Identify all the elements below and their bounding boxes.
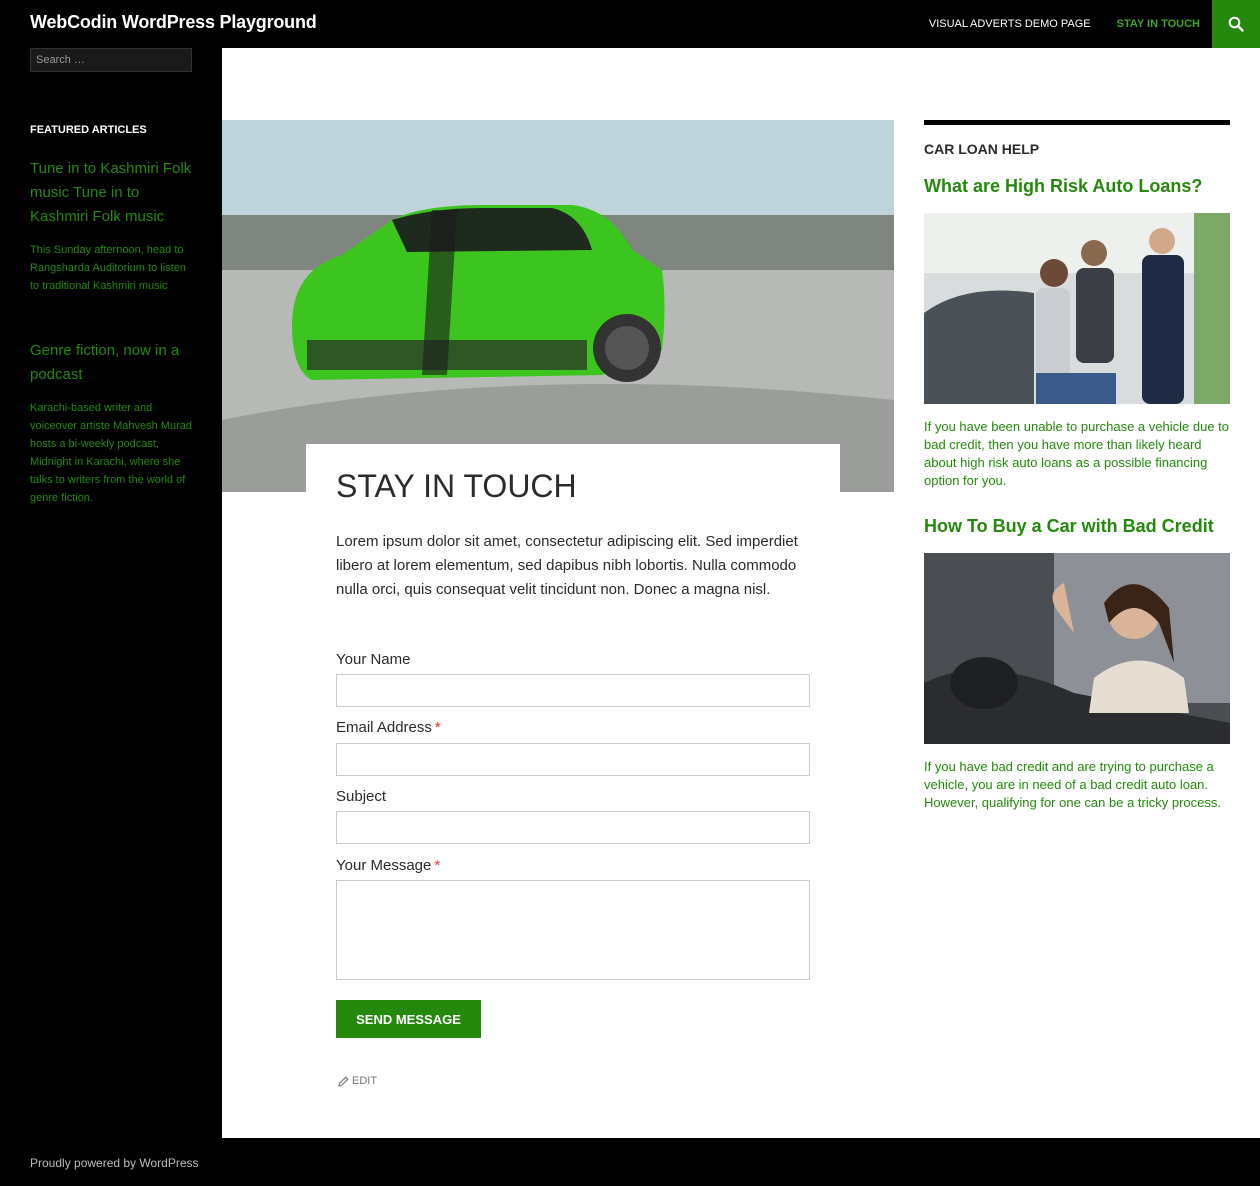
message-field[interactable] xyxy=(336,880,810,980)
featured-article: Tune in to Kashmiri Folk music Tune in t… xyxy=(30,157,195,295)
search-toggle-button[interactable] xyxy=(1212,0,1260,48)
sidebar-search-input[interactable] xyxy=(30,48,192,72)
featured-article: Genre fiction, now in a podcast Karachi-… xyxy=(30,339,195,507)
send-message-button[interactable]: SEND MESSAGE xyxy=(336,1000,481,1038)
primary-nav: VISUAL ADVERTS DEMO PAGE STAY IN TOUCH xyxy=(903,0,1200,48)
email-label: Email Address * xyxy=(336,719,441,736)
name-label: Your Name xyxy=(336,651,411,668)
subject-label: Subject xyxy=(336,788,387,805)
sidebar-post-image-car-dealer[interactable] xyxy=(924,213,1230,404)
required-mark: * xyxy=(434,719,441,736)
sidebar-post-title[interactable]: What are High Risk Auto Loans? xyxy=(924,174,1230,198)
footer-credit-link[interactable]: Proudly powered by WordPress xyxy=(30,1156,199,1170)
email-field[interactable] xyxy=(336,743,810,776)
pencil-icon xyxy=(338,1075,349,1087)
sidebar-post-image-woman-in-car[interactable] xyxy=(924,553,1230,744)
featured-article-excerpt: This Sunday afternoon, head to Rangshard… xyxy=(30,244,186,292)
featured-article-title[interactable]: Tune in to Kashmiri Folk music Tune in t… xyxy=(30,157,195,229)
site-footer: Proudly powered by WordPress xyxy=(0,1138,1260,1186)
intro-paragraph: Lorem ipsum dolor sit amet, consectetur … xyxy=(336,533,798,598)
sidebar-post-excerpt: If you have bad credit and are trying to… xyxy=(924,759,1221,810)
search-icon xyxy=(1228,16,1244,32)
sidebar-post: How To Buy a Car with Bad Credit If you … xyxy=(924,514,1230,812)
message-label: Your Message * xyxy=(336,857,441,874)
sidebar-post-title[interactable]: How To Buy a Car with Bad Credit xyxy=(924,514,1230,538)
featured-articles-title: FEATURED ARTICLES xyxy=(30,124,147,136)
nav-item-stay-in-touch[interactable]: STAY IN TOUCH xyxy=(1117,18,1200,30)
featured-article-title[interactable]: Genre fiction, now in a podcast xyxy=(30,339,195,387)
page-title: STAY IN TOUCH xyxy=(336,468,577,504)
featured-article-excerpt: Karachi-based writer and voiceover artis… xyxy=(30,402,193,504)
site-header: WebCodin WordPress Playground VISUAL ADV… xyxy=(0,0,1260,48)
site-title[interactable]: WebCodin WordPress Playground xyxy=(30,12,317,33)
featured-image-green-car xyxy=(222,120,894,492)
car-loan-help-title: CAR LOAN HELP xyxy=(924,141,1040,157)
edit-link[interactable]: EDIT xyxy=(338,1075,377,1087)
required-mark: * xyxy=(434,857,441,874)
sidebar-post: What are High Risk Auto Loans? If you ha… xyxy=(924,174,1230,490)
widget-top-bar xyxy=(924,120,1230,125)
left-sidebar: FEATURED ARTICLES Tune in to Kashmiri Fo… xyxy=(0,48,222,1138)
subject-field[interactable] xyxy=(336,811,810,844)
name-field[interactable] xyxy=(336,674,810,707)
sidebar-post-excerpt: If you have been unable to purchase a ve… xyxy=(924,419,1229,488)
nav-item-visual-adverts[interactable]: VISUAL ADVERTS DEMO PAGE xyxy=(929,18,1091,30)
right-sidebar: CAR LOAN HELP xyxy=(924,120,1230,157)
